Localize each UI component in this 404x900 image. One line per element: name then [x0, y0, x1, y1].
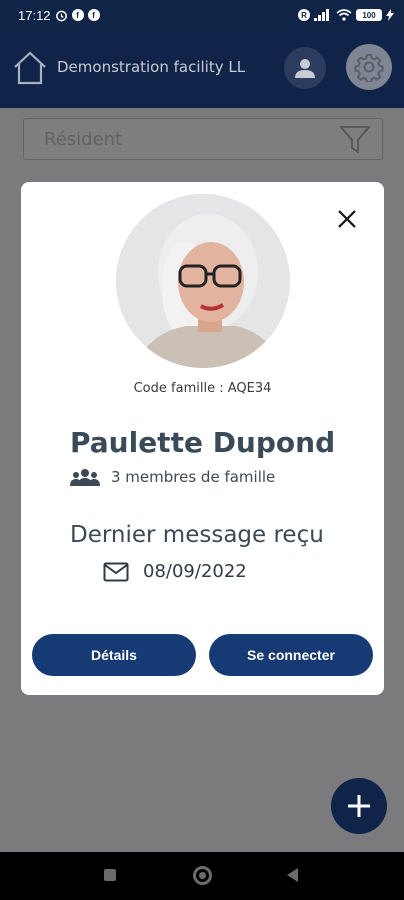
signal-icon: [314, 9, 329, 21]
resident-search-input[interactable]: [44, 119, 324, 159]
connect-button[interactable]: Se connecter: [209, 634, 373, 676]
filter-icon[interactable]: [340, 126, 370, 154]
mail-icon: [103, 562, 129, 581]
home-icon[interactable]: [12, 50, 48, 86]
people-icon: [70, 469, 100, 486]
registered-icon: R: [298, 9, 310, 21]
gear-icon: [354, 54, 384, 82]
last-message-title: Dernier message reçu: [70, 522, 324, 548]
back-button[interactable]: [287, 868, 298, 882]
resident-photo: [116, 194, 290, 368]
facility-name: Demonstration facility LL: [57, 58, 246, 76]
close-button[interactable]: [334, 206, 360, 232]
charging-icon: [386, 9, 394, 21]
last-message-date: 08/09/2022: [143, 561, 247, 582]
resident-name: Paulette Dupond: [70, 426, 336, 459]
family-members-row: 3 membres de famille: [69, 468, 275, 486]
notification-icon: f: [71, 9, 84, 21]
search-box: [23, 118, 383, 160]
resident-portrait: [116, 194, 290, 368]
add-button[interactable]: [331, 778, 387, 834]
last-message-row: 08/09/2022: [103, 561, 247, 582]
app-header: Demonstration facility LL: [0, 30, 404, 108]
status-bar: 17:12 f f R 100: [0, 0, 404, 30]
search-area: [0, 108, 404, 170]
android-nav-bar: [0, 852, 404, 900]
close-icon: [338, 210, 356, 228]
details-button[interactable]: Détails: [32, 634, 196, 676]
alarm-icon: [55, 10, 67, 21]
battery-icon: 100: [356, 9, 382, 21]
user-icon: [295, 59, 315, 78]
notification-icon: f: [87, 9, 100, 21]
profile-button[interactable]: [284, 47, 326, 89]
settings-button[interactable]: [346, 44, 392, 90]
status-time: 17:12: [18, 7, 51, 23]
recent-apps-button[interactable]: [104, 869, 116, 881]
status-right: R 100: [298, 9, 394, 21]
status-left: 17:12 f f: [18, 8, 100, 23]
home-nav-button[interactable]: [193, 866, 212, 885]
resident-modal: Code famille : AQE34 Paulette Dupond 3 m…: [21, 182, 384, 695]
wifi-icon: [336, 9, 352, 21]
family-members-count: 3 membres de famille: [111, 468, 276, 486]
family-code: Code famille : AQE34: [133, 381, 272, 396]
plus-icon: [348, 795, 370, 817]
